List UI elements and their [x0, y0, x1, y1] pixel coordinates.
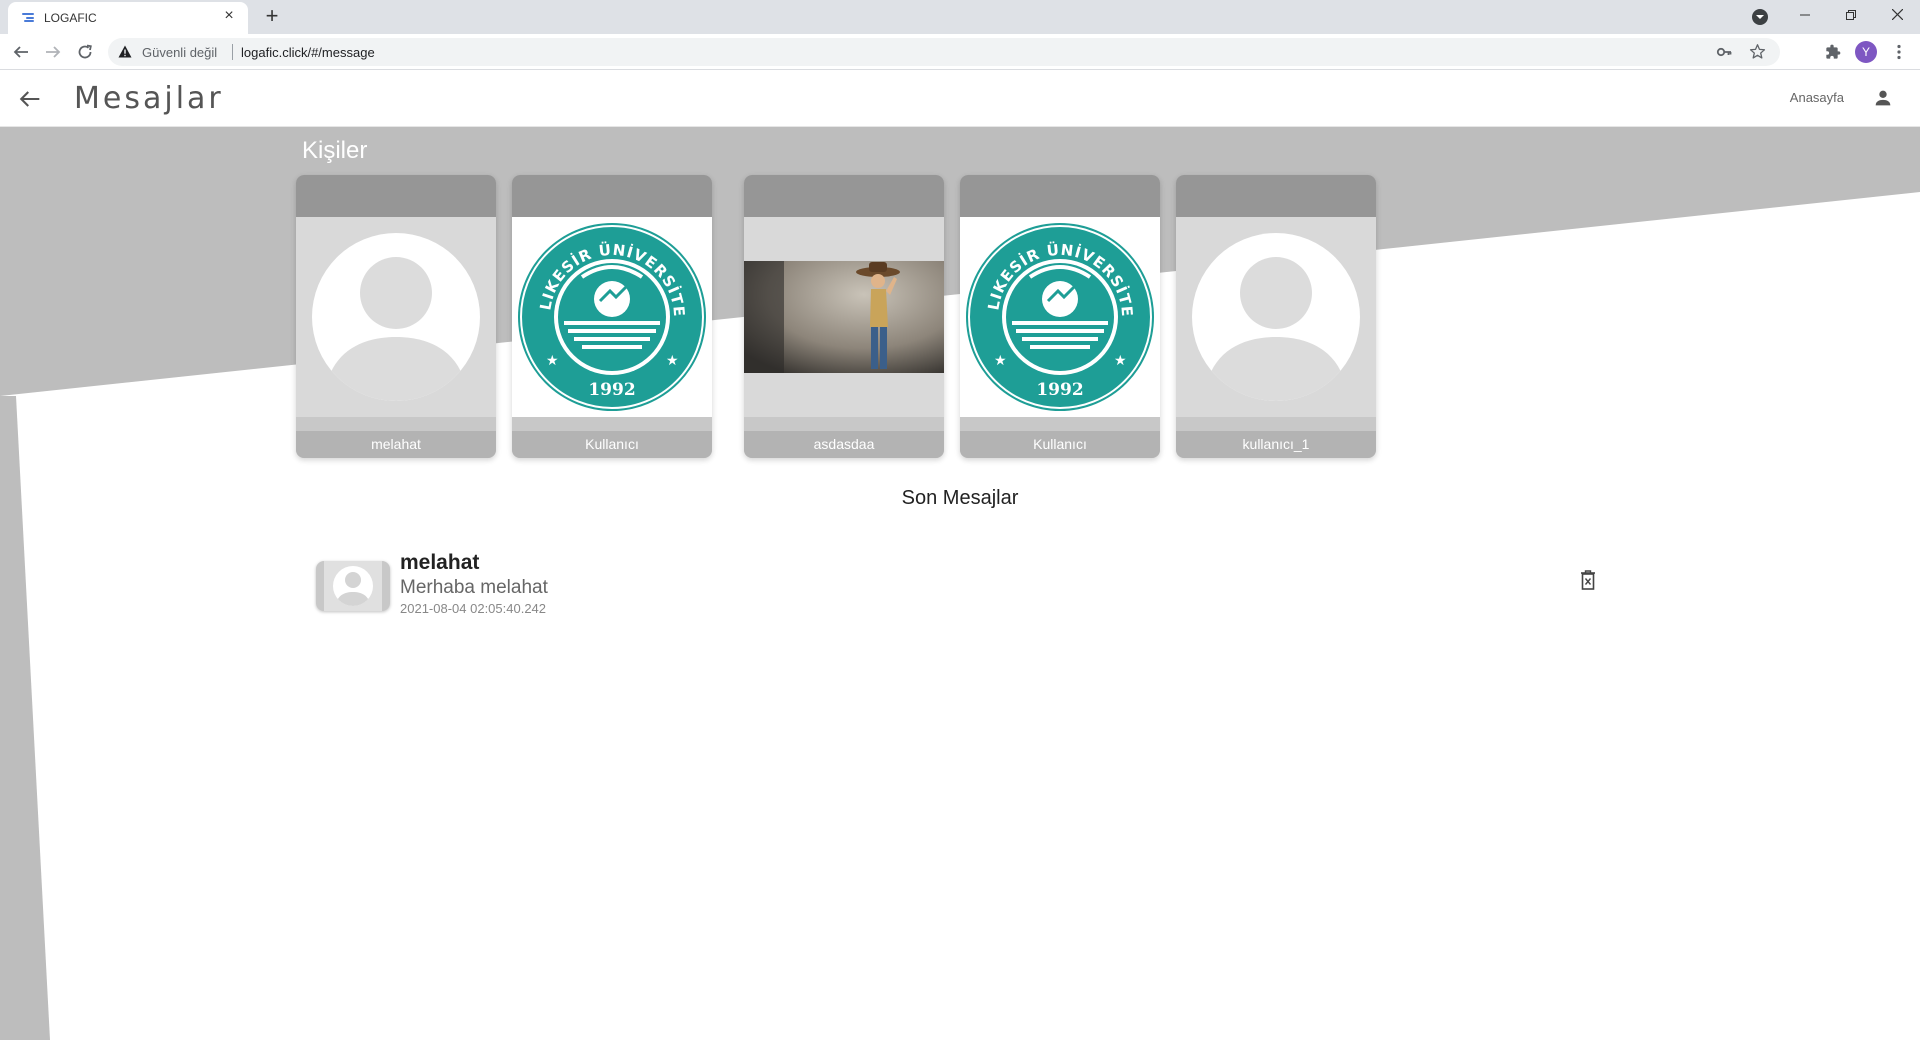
default-avatar-icon — [1192, 233, 1360, 401]
reload-button[interactable] — [72, 39, 98, 65]
recent-messages-title: Son Mesajlar — [901, 487, 1019, 509]
contact-name: Kullanıcı — [960, 431, 1160, 458]
contact-picture: BALIKESİR ÜNİVERSİTESİ 1992 ★ ★ — [960, 202, 1160, 417]
profile-avatar[interactable]: Y — [1855, 41, 1877, 63]
home-link[interactable]: Anasayfa — [1790, 90, 1844, 105]
card-divider — [960, 417, 1160, 431]
back-button[interactable] — [8, 39, 34, 65]
contact-name: kullanıcı_1 — [1176, 431, 1376, 458]
messages-page: Kişiler melahat LIKESİR ÜNİVERSİTE 1992 … — [0, 127, 1920, 1040]
site-favicon-icon — [22, 13, 34, 22]
close-icon — [1891, 8, 1903, 21]
key-icon[interactable] — [1716, 44, 1732, 60]
contact-card[interactable]: kullanıcı_1 — [1176, 175, 1376, 458]
message-row[interactable]: melahat Merhaba melahat 2021-08-04 02:05… — [316, 551, 1606, 617]
restore-icon — [1846, 10, 1856, 20]
minimize-icon — [1800, 14, 1810, 16]
card-header — [1176, 175, 1376, 217]
sender-avatar — [316, 561, 390, 611]
star-icon[interactable] — [1749, 43, 1766, 60]
card-divider — [1176, 417, 1376, 431]
delete-icon[interactable] — [1578, 569, 1598, 591]
default-avatar-icon — [324, 561, 382, 611]
tab-close-icon[interactable]: × — [220, 7, 238, 25]
restore-button[interactable] — [1828, 0, 1874, 34]
university-seal-logo: BALIKESİR ÜNİVERSİTESİ 1992 ★ ★ — [960, 202, 1154, 411]
back-arrow-icon[interactable] — [16, 85, 44, 113]
message-timestamp: 2021-08-04 02:05:40.242 — [400, 601, 547, 616]
address-divider — [232, 44, 233, 60]
contact-name: Kullanıcı — [512, 431, 712, 458]
svg-text:★: ★ — [546, 352, 559, 368]
person-icon[interactable] — [1872, 87, 1894, 109]
card-header — [744, 175, 944, 217]
contact-picture — [744, 217, 944, 417]
card-header — [960, 175, 1160, 217]
app-header: Mesajlar Anasayfa — [0, 71, 1920, 127]
svg-text:★: ★ — [994, 352, 1007, 368]
contact-picture — [1176, 217, 1376, 417]
page-title: Mesajlar — [74, 81, 224, 116]
browser-menu-button[interactable] — [1886, 39, 1912, 65]
browser-tab-strip: LOGAFIC × + — [0, 0, 1920, 34]
minimize-button[interactable] — [1782, 0, 1828, 34]
card-divider — [512, 417, 712, 431]
svg-text:★: ★ — [1114, 352, 1127, 368]
contact-card[interactable]: asdasdaa — [744, 175, 944, 458]
new-tab-button[interactable]: + — [260, 5, 284, 29]
profile-photo — [744, 217, 944, 417]
puzzle-icon — [1826, 44, 1841, 59]
contact-card[interactable]: BALIKESİR ÜNİVERSİTESİ 1992 ★ ★ Kullanıc… — [512, 175, 712, 458]
security-status[interactable]: Güvenli değil — [142, 45, 217, 60]
contact-card[interactable]: BALIKESİR ÜNİVERSİTESİ 1992 ★ ★ Kullanıc… — [960, 175, 1160, 458]
arrow-right-icon — [46, 46, 61, 58]
seal-year: 1992 — [1036, 380, 1083, 400]
svg-text:★: ★ — [666, 352, 679, 368]
contact-card[interactable]: melahat — [296, 175, 496, 458]
contact-picture: BALIKESİR ÜNİVERSİTESİ 1992 ★ ★ — [512, 202, 712, 417]
card-divider — [296, 417, 496, 431]
seal-year: 1992 — [588, 380, 635, 400]
address-bar[interactable]: Güvenli değil logafic.click/#/message — [108, 38, 1780, 66]
reload-icon — [78, 44, 92, 59]
default-avatar-icon — [312, 233, 480, 401]
browser-tab[interactable]: LOGAFIC × — [8, 2, 248, 34]
contacts-title: Kişiler — [302, 137, 368, 164]
message-preview: Merhaba melahat — [400, 577, 548, 598]
browser-toolbar: Güvenli değil logafic.click/#/message Y — [0, 34, 1920, 70]
card-header — [296, 175, 496, 217]
arrow-left-icon — [13, 46, 28, 58]
contact-name: asdasdaa — [744, 431, 944, 458]
card-header — [512, 175, 712, 217]
message-sender: melahat — [400, 551, 480, 574]
more-vertical-icon — [1897, 44, 1901, 60]
university-seal-logo: BALIKESİR ÜNİVERSİTESİ 1992 ★ ★ — [512, 202, 706, 411]
contact-name: melahat — [296, 431, 496, 458]
warning-icon[interactable] — [118, 45, 132, 58]
card-divider — [744, 417, 944, 431]
close-window-button[interactable] — [1874, 0, 1920, 34]
extensions-button[interactable] — [1820, 39, 1846, 65]
tab-search-icon[interactable] — [1752, 9, 1768, 25]
forward-button[interactable] — [40, 39, 66, 65]
url-text[interactable]: logafic.click/#/message — [241, 45, 375, 60]
contact-picture — [296, 217, 496, 417]
tab-title: LOGAFIC — [44, 11, 97, 25]
